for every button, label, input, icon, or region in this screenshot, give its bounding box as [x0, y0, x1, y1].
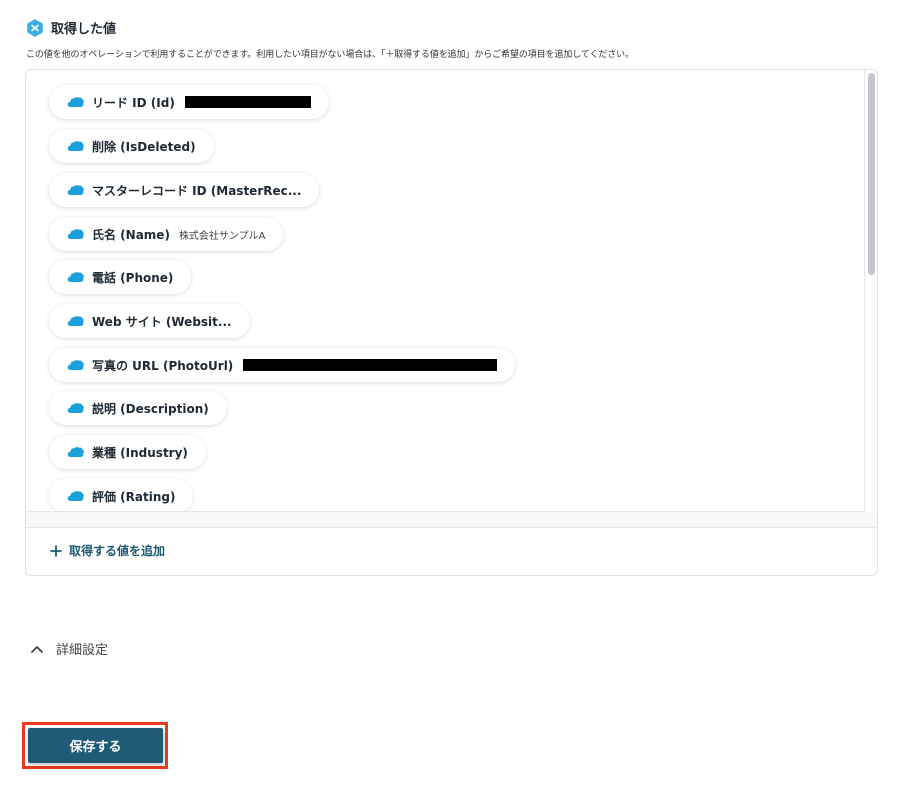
values-list: リード ID (Id) 削除 (IsDeleted) マスターレコード ID (… [26, 70, 865, 512]
advanced-settings-label: 詳細設定 [56, 643, 109, 658]
salesforce-cloud-icon [67, 316, 84, 326]
value-chip-phone[interactable]: 電話 (Phone) [49, 260, 192, 294]
vertical-scrollbar[interactable] [865, 70, 877, 528]
salesforce-cloud-icon [67, 272, 84, 282]
page: 取得した値 この値を他のオペレーションで利用することができます。利用したい項目が… [0, 0, 913, 794]
salesforce-cloud-icon [67, 447, 84, 457]
value-chip-label: 評価 (Rating) [92, 489, 176, 504]
salesforce-cloud-icon [67, 491, 84, 501]
save-button[interactable]: 保存する [28, 728, 163, 763]
salesforce-cloud-icon [67, 360, 84, 370]
value-chip-rating[interactable]: 評価 (Rating) [49, 479, 194, 511]
salesforce-cloud-icon [67, 403, 84, 413]
plus-icon [50, 544, 62, 557]
value-chip-label: マスターレコード ID (MasterRec... [92, 183, 302, 198]
value-chip-name[interactable]: 氏名 (Name) 株式会社サンプルA [49, 217, 284, 251]
value-chip-label: 電話 (Phone) [92, 270, 174, 285]
section-title: 取得した値 [51, 22, 117, 37]
add-value-button[interactable]: 取得する値を追加 [50, 542, 165, 559]
value-chip-photo-url[interactable]: 写真の URL (PhotoUrl) [49, 348, 516, 382]
salesforce-cloud-icon [67, 97, 84, 107]
horizontal-scroll-area [26, 512, 877, 528]
scrollbar-thumb[interactable] [868, 73, 875, 275]
redacted-value [184, 96, 311, 108]
value-chip-industry[interactable]: 業種 (Industry) [49, 435, 206, 469]
value-chip-label: 氏名 (Name) [92, 227, 170, 242]
value-chip-lead-id[interactable]: リード ID (Id) [49, 85, 329, 119]
value-chip-value: 株式会社サンプルA [178, 230, 266, 242]
salesforce-cloud-icon [67, 185, 84, 195]
value-chip-description[interactable]: 説明 (Description) [49, 391, 227, 425]
value-chip-is-deleted[interactable]: 削除 (IsDeleted) [49, 129, 214, 163]
acquired-values-panel: リード ID (Id) 削除 (IsDeleted) マスターレコード ID (… [25, 69, 878, 576]
salesforce-cloud-icon [67, 141, 84, 151]
value-chip-label: 業種 (Industry) [92, 445, 188, 460]
value-chip-label: リード ID (Id) [92, 95, 175, 110]
add-value-label: 取得する値を追加 [69, 544, 166, 558]
value-chip-website[interactable]: Web サイト (Websit... [49, 304, 250, 338]
yoom-logo-icon [27, 18, 43, 37]
value-chip-master-record-id[interactable]: マスターレコード ID (MasterRec... [49, 173, 320, 207]
value-chip-label: 削除 (IsDeleted) [92, 139, 196, 154]
chevron-up-icon [31, 645, 43, 653]
value-chip-label: 説明 (Description) [92, 401, 209, 416]
advanced-settings-toggle[interactable]: 詳細設定 [30, 639, 108, 658]
value-chip-label: Web サイト (Websit... [92, 314, 232, 329]
value-chip-label: 写真の URL (PhotoUrl) [92, 358, 234, 373]
redacted-value [243, 359, 498, 371]
section-header: 取得した値 [26, 18, 116, 37]
salesforce-cloud-icon [67, 229, 84, 239]
section-description: この値を他のオペレーションで利用することができます。利用したい項目がない場合は、… [26, 50, 634, 60]
